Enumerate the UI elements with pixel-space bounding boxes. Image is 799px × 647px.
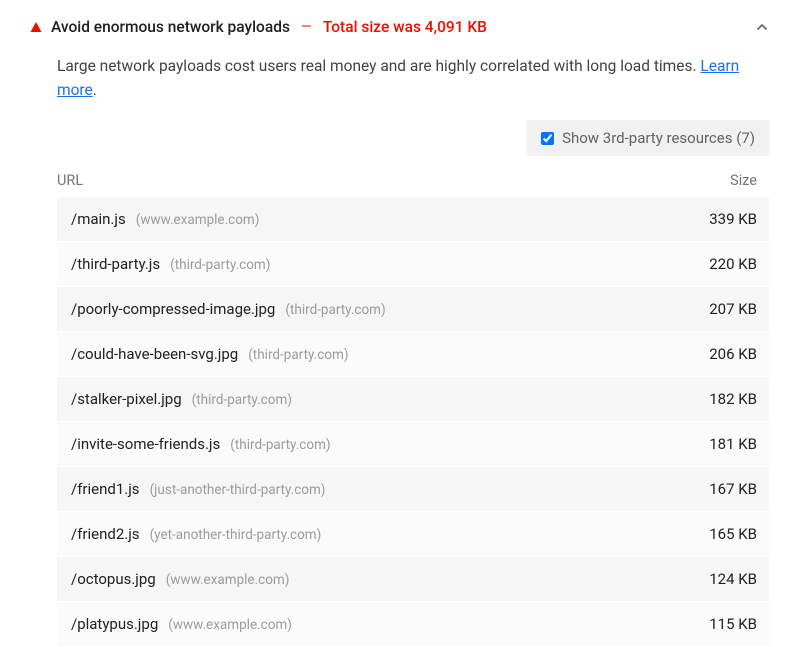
table-row[interactable]: /stalker-pixel.jpg (third-party.com) 182 K… [57, 377, 769, 422]
resource-path: /could-have-been-svg.jpg [71, 345, 238, 363]
audit-description: Large network payloads cost users real m… [30, 48, 769, 120]
resource-path: /invite-some-friends.js [71, 435, 220, 453]
third-party-checkbox[interactable] [541, 132, 554, 145]
resource-path: /main.js [71, 210, 126, 228]
table-row[interactable]: /friend1.js (just-another-third-party.com… [57, 467, 769, 512]
resource-origin: (www.example.com) [136, 212, 260, 228]
third-party-toggle-label: Show 3rd-party resources (7) [562, 129, 755, 147]
header-url: URL [57, 172, 667, 189]
cell-size: 339 KB [667, 210, 757, 228]
cell-size: 182 KB [667, 390, 757, 408]
cell-url: /octopus.jpg (www.example.com) [71, 570, 667, 588]
description-text: Large network payloads cost users real m… [57, 57, 700, 75]
cell-size: 165 KB [667, 525, 757, 543]
resource-origin: (third-party.com) [192, 392, 292, 408]
header-size: Size [667, 172, 757, 189]
resource-origin: (third-party.com) [170, 257, 270, 273]
cell-size: 207 KB [667, 300, 757, 318]
table-row[interactable]: /invite-some-friends.js (third-party.com)… [57, 422, 769, 467]
cell-size: 220 KB [667, 255, 757, 273]
audit-header[interactable]: Avoid enormous network payloads — Total … [30, 18, 769, 48]
cell-url: /platypus.jpg(www.example.com) [71, 615, 667, 633]
table-body: /main.js (www.example.com) 339 KB/third-pa… [57, 197, 769, 647]
table-row[interactable]: /platypus.jpg(www.example.com)115 KB [57, 602, 769, 647]
table-row[interactable]: /friend2.js (yet-another-third-party.com)… [57, 512, 769, 557]
cell-url: /invite-some-friends.js (third-party.com) [71, 435, 667, 453]
table-row[interactable]: /octopus.jpg (www.example.com) 124 KB [57, 557, 769, 602]
description-post: . [93, 81, 97, 99]
resource-origin: (third-party.com) [248, 347, 348, 363]
table-row[interactable]: /poorly-compressed-image.jpg (third-party… [57, 287, 769, 332]
payload-table: URL Size /main.js (www.example.com) 339 KB… [30, 164, 769, 647]
resource-path: /friend2.js [71, 525, 140, 543]
table-row[interactable]: /main.js (www.example.com) 339 KB [57, 197, 769, 242]
resource-origin: (third-party.com) [285, 302, 385, 318]
cell-size: 115 KB [667, 615, 757, 633]
resource-path: /platypus.jpg [71, 615, 158, 633]
chevron-up-icon[interactable] [755, 20, 769, 34]
cell-url: /friend2.js (yet-another-third-party.com) [71, 525, 667, 543]
audit-panel: Avoid enormous network payloads — Total … [30, 18, 769, 647]
cell-url: /could-have-been-svg.jpg (third-party.com… [71, 345, 667, 363]
separator-dash: — [299, 19, 314, 35]
resource-path: /octopus.jpg [71, 570, 156, 588]
table-row[interactable]: /third-party.js (third-party.com) 220 KB [57, 242, 769, 287]
resource-path: /third-party.js [71, 255, 160, 273]
third-party-toggle[interactable]: Show 3rd-party resources (7) [527, 120, 769, 156]
cell-size: 167 KB [667, 480, 757, 498]
cell-url: /friend1.js (just-another-third-party.com… [71, 480, 667, 498]
cell-url: /poorly-compressed-image.jpg (third-party… [71, 300, 667, 318]
warning-triangle-icon [30, 21, 42, 33]
resource-origin: (just-another-third-party.com) [150, 482, 326, 498]
audit-title: Avoid enormous network payloads [51, 18, 290, 36]
resource-path: /poorly-compressed-image.jpg [71, 300, 275, 318]
cell-url: /main.js (www.example.com) [71, 210, 667, 228]
audit-result-text: Total size was 4,091 KB [323, 18, 487, 36]
cell-url: /third-party.js (third-party.com) [71, 255, 667, 273]
cell-url: /stalker-pixel.jpg (third-party.com) [71, 390, 667, 408]
table-row[interactable]: /could-have-been-svg.jpg (third-party.com… [57, 332, 769, 377]
resource-path: /friend1.js [71, 480, 140, 498]
cell-size: 124 KB [667, 570, 757, 588]
cell-size: 181 KB [667, 435, 757, 453]
resource-origin: (third-party.com) [230, 437, 330, 453]
resource-origin: (www.example.com) [166, 572, 290, 588]
cell-size: 206 KB [667, 345, 757, 363]
resource-path: /stalker-pixel.jpg [71, 390, 182, 408]
table-header: URL Size [57, 164, 769, 197]
third-party-toggle-row: Show 3rd-party resources (7) [30, 120, 769, 164]
resource-origin: (yet-another-third-party.com) [150, 527, 322, 543]
